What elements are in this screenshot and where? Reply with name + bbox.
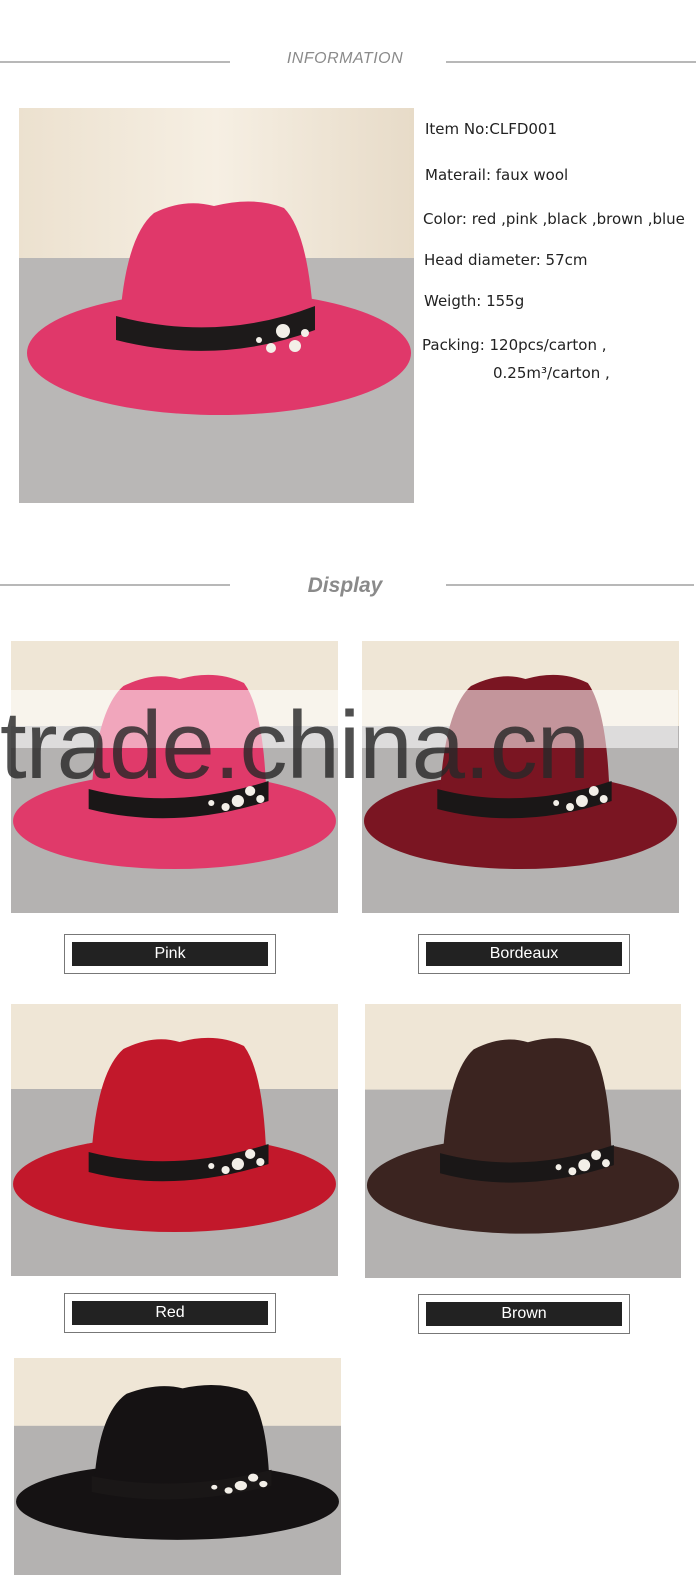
head-diameter-text: Head diameter: 57cm <box>424 251 588 269</box>
information-title: INFORMATION <box>286 50 404 67</box>
color-label-red-text: Red <box>72 1301 268 1325</box>
material-text: Materail: faux wool <box>425 166 569 184</box>
hero-hat-photo <box>19 108 414 503</box>
hat-illustration <box>11 1004 338 1276</box>
product-photo-black <box>14 1358 341 1575</box>
product-photo-red <box>11 1004 338 1276</box>
packing-volume-text: 0.25m³/carton , <box>493 364 610 382</box>
hat-illustration <box>14 1358 341 1575</box>
product-photo-pink <box>11 641 338 913</box>
color-label-pink: Pink <box>64 934 276 974</box>
hat-illustration <box>11 641 338 913</box>
color-label-brown: Brown <box>418 1294 630 1334</box>
product-photo-bordeaux <box>362 641 679 913</box>
packing-text: Packing: 120pcs/carton , <box>422 336 607 354</box>
hat-illustration <box>362 641 679 913</box>
color-text: Color: red ,pink ,black ,brown ,blue <box>423 210 685 228</box>
hat-illustration <box>365 1004 681 1278</box>
product-photo-brown <box>365 1004 681 1278</box>
color-label-bordeaux-text: Bordeaux <box>426 942 622 966</box>
weight-text: Weigth: 155g <box>424 292 525 310</box>
display-title: Display <box>307 574 383 597</box>
color-label-brown-text: Brown <box>426 1302 622 1326</box>
item-number-text: Item No:CLFD001 <box>425 120 558 138</box>
color-label-pink-text: Pink <box>72 942 268 966</box>
watermark-band <box>10 690 678 748</box>
color-label-red: Red <box>64 1293 276 1333</box>
color-label-bordeaux: Bordeaux <box>418 934 630 974</box>
